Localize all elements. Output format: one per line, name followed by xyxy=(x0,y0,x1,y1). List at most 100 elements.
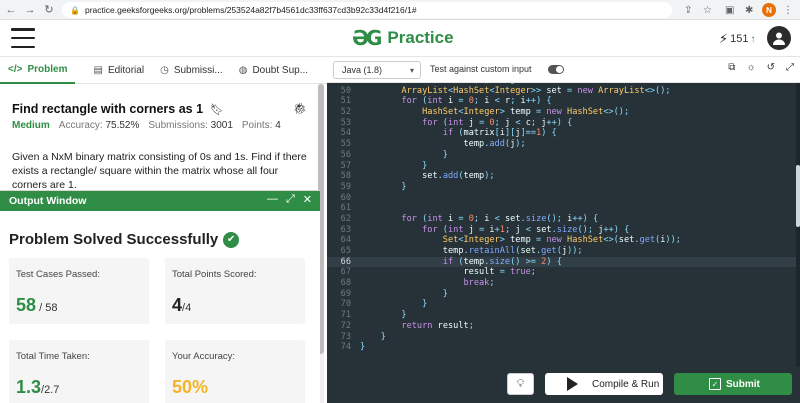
line-number: 68 xyxy=(340,278,351,289)
code-line[interactable]: 66 if (temp.size() >= 2) { xyxy=(327,256,800,268)
hint-bulb-icon[interactable]: 💡︎ xyxy=(507,373,534,395)
code-editor[interactable]: 49 int c = matrix[0].length;50 ArrayList… xyxy=(327,83,800,367)
code-text[interactable]: if (matrix[i][j]==1) { xyxy=(360,128,557,139)
code-text[interactable]: } xyxy=(360,332,386,343)
code-line[interactable]: 65 temp.retainAll(set.get(j)); xyxy=(327,246,800,257)
code-text[interactable]: Set<Integer> temp = new HashSet<>(set.ge… xyxy=(360,235,681,246)
code-text[interactable]: } xyxy=(360,182,406,193)
compile-run-button[interactable]: Compile & Run xyxy=(545,373,663,395)
copy-icon[interactable]: ⧉ xyxy=(728,62,735,73)
reset-icon[interactable]: ↺ xyxy=(767,62,775,73)
code-line[interactable]: 52 HashSet<Integer> temp = new HashSet<>… xyxy=(327,107,800,118)
line-number: 70 xyxy=(340,299,351,310)
code-text[interactable]: if (temp.size() >= 2) { xyxy=(360,257,562,268)
report-bug-icon[interactable]: 🐞︎ xyxy=(293,102,307,115)
submit-button[interactable]: ✓ Submit xyxy=(674,373,792,395)
gfg-logo[interactable]: ƏG Practice xyxy=(352,26,454,50)
code-line[interactable]: 53 for (int j = 0; j < c; j++) { xyxy=(327,118,800,129)
card-value: 50% xyxy=(172,377,209,397)
code-line[interactable]: 67 result = true; xyxy=(327,267,800,278)
toggle-switch[interactable] xyxy=(547,64,564,74)
code-text[interactable]: for (int i = 0; i < set.size(); i++) { xyxy=(360,214,598,225)
star-icon[interactable]: ☆ xyxy=(703,2,712,18)
code-text[interactable]: } xyxy=(360,161,427,172)
code-text[interactable]: } xyxy=(360,299,427,310)
tab-problem[interactable]: </> Problem xyxy=(0,57,76,84)
forward-icon[interactable]: → xyxy=(22,2,38,18)
streak-counter[interactable]: ⚡ 151 ↑ xyxy=(719,31,756,47)
code-line[interactable]: 51 for (int i = 0; i < r; i++) { xyxy=(327,96,800,107)
tab-label: Editorial xyxy=(107,65,145,76)
share-icon[interactable]: ⇪ xyxy=(684,2,692,18)
line-number: 74 xyxy=(340,342,351,353)
code-line[interactable]: 70 } xyxy=(327,299,800,310)
back-icon[interactable]: ← xyxy=(3,2,19,18)
tab-editorial[interactable]: ▤ Editorial xyxy=(85,57,152,84)
menu-dots-icon[interactable]: ⋮ xyxy=(783,2,793,18)
code-text[interactable]: temp.retainAll(set.get(j)); xyxy=(360,246,583,257)
code-text[interactable]: } xyxy=(360,150,448,161)
extension-icon[interactable]: ▣ xyxy=(725,2,734,18)
code-text[interactable]: for (int j = 0; j < c; j++) { xyxy=(360,118,572,129)
code-text[interactable]: ArrayList<HashSet<Integer>> set = new Ar… xyxy=(360,86,670,97)
user-avatar[interactable] xyxy=(767,26,791,50)
address-bar[interactable]: 🔒 practice.geeksforgeeks.org/problems/25… xyxy=(62,2,672,18)
code-text[interactable]: set.add(temp); xyxy=(360,171,495,182)
code-line[interactable]: 72 return result; xyxy=(327,321,800,332)
language-select[interactable]: Java (1.8) ▾ xyxy=(333,61,421,79)
puzzle-icon[interactable]: ✱ xyxy=(745,2,753,18)
code-line[interactable]: 64 Set<Integer> temp = new HashSet<>(set… xyxy=(327,235,800,246)
code-line[interactable]: 57 } xyxy=(327,161,800,172)
code-text[interactable]: for (int j = i+1; j < set.size(); j++) { xyxy=(360,225,629,236)
code-text[interactable]: HashSet<Integer> temp = new HashSet<>(); xyxy=(360,107,629,118)
close-icon[interactable]: ✕ xyxy=(303,193,312,206)
line-number: 69 xyxy=(340,288,351,299)
code-line[interactable]: 58 set.add(temp); xyxy=(327,171,800,182)
tab-submissions[interactable]: ◷ Submissi... xyxy=(152,57,231,84)
code-text[interactable]: } xyxy=(360,310,406,321)
output-window-title: Output Window xyxy=(9,195,87,207)
custom-input-toggle[interactable]: Test against custom input xyxy=(430,64,564,74)
chevron-down-icon: ▾ xyxy=(409,65,414,75)
fullscreen-icon[interactable]: ⤢ xyxy=(786,62,794,73)
code-line[interactable]: 73 } xyxy=(327,332,800,343)
code-line[interactable]: 69 } xyxy=(327,289,800,300)
code-line[interactable]: 50 ArrayList<HashSet<Integer>> set = new… xyxy=(327,86,800,97)
output-window-header: Output Window — ⤢ ✕ xyxy=(0,191,320,211)
custom-input-label: Test against custom input xyxy=(430,64,532,74)
bookmark-icon[interactable]: 🔖︎ xyxy=(210,103,224,116)
code-line[interactable]: 54 if (matrix[i][j]==1) { xyxy=(327,128,800,139)
hamburger-menu-icon[interactable] xyxy=(11,28,35,48)
line-number: 60 xyxy=(340,192,351,203)
code-line[interactable]: 74} xyxy=(327,342,800,353)
code-line[interactable]: 68 break; xyxy=(327,278,800,289)
theme-sun-icon[interactable]: ☼ xyxy=(746,62,755,73)
line-number: 57 xyxy=(340,160,351,171)
card-test-cases: Test Cases Passed: 58 / 58 xyxy=(9,258,149,324)
minimize-icon[interactable]: — xyxy=(267,193,278,206)
code-text[interactable]: } xyxy=(360,342,365,353)
editor-scrollbar[interactable] xyxy=(796,83,800,367)
code-lines[interactable]: 49 int c = matrix[0].length;50 ArrayList… xyxy=(327,83,800,353)
line-number: 61 xyxy=(340,203,351,214)
code-text[interactable]: for (int i = 0; i < r; i++) { xyxy=(360,96,551,107)
code-text[interactable]: result = true; xyxy=(360,267,535,278)
code-text[interactable]: } xyxy=(360,289,448,300)
code-line[interactable]: 71 } xyxy=(327,310,800,321)
code-line[interactable]: 62 for (int i = 0; i < set.size(); i++) … xyxy=(327,214,800,225)
expand-icon[interactable]: ⤢ xyxy=(286,193,295,206)
code-line[interactable]: 61 xyxy=(327,203,800,214)
code-line[interactable]: 63 for (int j = i+1; j < set.size(); j++… xyxy=(327,225,800,236)
site-header: ƏG Practice ⚡ 151 ↑ xyxy=(0,20,800,57)
code-line[interactable]: 60 xyxy=(327,193,800,204)
code-line[interactable]: 59 } xyxy=(327,182,800,193)
code-text[interactable]: return result; xyxy=(360,321,473,332)
code-line[interactable]: 55 temp.add(j); xyxy=(327,139,800,150)
profile-avatar[interactable]: N xyxy=(762,3,776,17)
line-number: 66 xyxy=(340,256,351,267)
tab-doubt-support[interactable]: ◍ Doubt Sup... xyxy=(231,57,316,84)
code-text[interactable]: break; xyxy=(360,278,494,289)
reload-icon[interactable]: ↻ xyxy=(41,2,57,18)
code-line[interactable]: 56 } xyxy=(327,150,800,161)
code-text[interactable]: temp.add(j); xyxy=(360,139,525,150)
